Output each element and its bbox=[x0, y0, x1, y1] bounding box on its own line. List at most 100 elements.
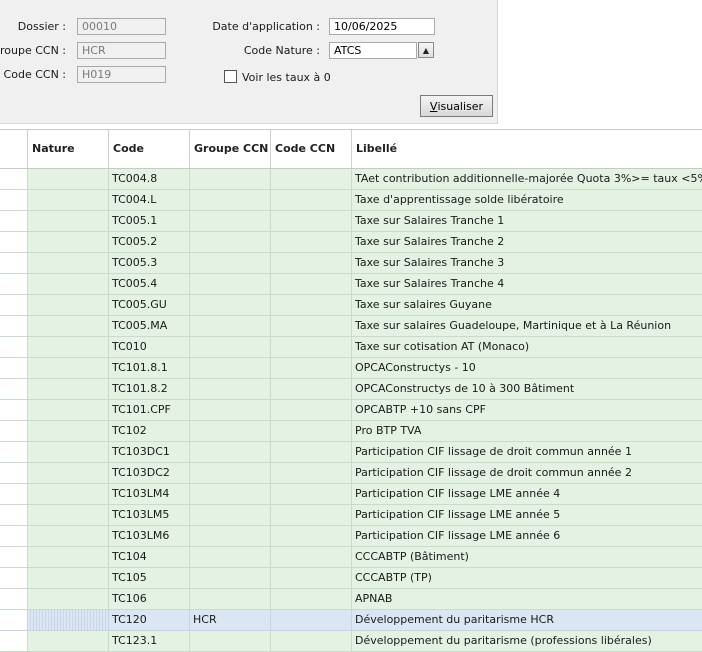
nature-cell[interactable] bbox=[28, 337, 109, 357]
groupe-ccn-field[interactable]: HCR bbox=[77, 42, 166, 59]
groupe-ccn-cell[interactable] bbox=[190, 169, 271, 189]
code-cell[interactable]: TC005.3 bbox=[109, 253, 190, 273]
libelle-cell[interactable]: Taxe sur Salaires Tranche 2 bbox=[352, 232, 702, 252]
row-indicator-cell[interactable] bbox=[0, 463, 28, 483]
code-nature-lookup-button[interactable]: ▲ bbox=[418, 42, 434, 58]
libelle-cell[interactable]: Pro BTP TVA bbox=[352, 421, 702, 441]
libelle-cell[interactable]: Participation CIF lissage LME année 4 bbox=[352, 484, 702, 504]
code-cell[interactable]: TC005.GU bbox=[109, 295, 190, 315]
libelle-cell[interactable]: OPCABTP +10 sans CPF bbox=[352, 400, 702, 420]
libelle-cell[interactable]: OPCAConstructys de 10 à 300 Bâtiment bbox=[352, 379, 702, 399]
code-cell[interactable]: TC102 bbox=[109, 421, 190, 441]
header-groupe-ccn[interactable]: Groupe CCN bbox=[190, 130, 271, 168]
code-ccn-cell[interactable] bbox=[271, 232, 352, 252]
nature-cell[interactable] bbox=[28, 211, 109, 231]
code-ccn-cell[interactable] bbox=[271, 421, 352, 441]
libelle-cell[interactable]: TAet contribution additionnelle-majorée … bbox=[352, 169, 702, 189]
row-indicator-cell[interactable] bbox=[0, 631, 28, 651]
code-cell[interactable]: TC106 bbox=[109, 589, 190, 609]
row-indicator-cell[interactable] bbox=[0, 358, 28, 378]
header-libelle[interactable]: Libellé bbox=[352, 130, 702, 168]
row-indicator-cell[interactable] bbox=[0, 316, 28, 336]
groupe-ccn-cell[interactable] bbox=[190, 463, 271, 483]
row-indicator-cell[interactable] bbox=[0, 169, 28, 189]
voir-taux-checkbox[interactable] bbox=[224, 70, 237, 83]
code-ccn-cell[interactable] bbox=[271, 190, 352, 210]
libelle-cell[interactable]: Taxe sur cotisation AT (Monaco) bbox=[352, 337, 702, 357]
row-indicator-cell[interactable] bbox=[0, 379, 28, 399]
groupe-ccn-cell[interactable] bbox=[190, 589, 271, 609]
code-cell[interactable]: TC123.1 bbox=[109, 631, 190, 651]
libelle-cell[interactable]: Taxe sur Salaires Tranche 4 bbox=[352, 274, 702, 294]
nature-cell[interactable] bbox=[28, 568, 109, 588]
code-ccn-cell[interactable] bbox=[271, 379, 352, 399]
nature-cell[interactable] bbox=[28, 547, 109, 567]
row-indicator-cell[interactable] bbox=[0, 337, 28, 357]
groupe-ccn-cell[interactable] bbox=[190, 337, 271, 357]
nature-cell[interactable] bbox=[28, 379, 109, 399]
groupe-ccn-cell[interactable] bbox=[190, 421, 271, 441]
libelle-cell[interactable]: Participation CIF lissage de droit commu… bbox=[352, 442, 702, 462]
code-ccn-cell[interactable] bbox=[271, 295, 352, 315]
table-row[interactable]: TC102 Pro BTP TVA bbox=[0, 421, 702, 442]
row-indicator-cell[interactable] bbox=[0, 400, 28, 420]
libelle-cell[interactable]: CCCABTP (Bâtiment) bbox=[352, 547, 702, 567]
groupe-ccn-cell[interactable] bbox=[190, 190, 271, 210]
header-code-ccn[interactable]: Code CCN bbox=[271, 130, 352, 168]
row-indicator-cell[interactable] bbox=[0, 211, 28, 231]
table-row[interactable]: TC101.8.2 OPCAConstructys de 10 à 300 Bât… bbox=[0, 379, 702, 400]
groupe-ccn-cell[interactable] bbox=[190, 526, 271, 546]
nature-cell[interactable] bbox=[28, 484, 109, 504]
code-ccn-cell[interactable] bbox=[271, 463, 352, 483]
groupe-ccn-cell[interactable] bbox=[190, 211, 271, 231]
code-ccn-cell[interactable] bbox=[271, 211, 352, 231]
table-row[interactable]: TC101.CPF OPCABTP +10 sans CPF bbox=[0, 400, 702, 421]
groupe-ccn-cell[interactable]: HCR bbox=[190, 610, 271, 630]
table-row[interactable]: TC103LM5 Participation CIF lissage LME an… bbox=[0, 505, 702, 526]
code-ccn-cell[interactable] bbox=[271, 337, 352, 357]
code-ccn-cell[interactable] bbox=[271, 274, 352, 294]
groupe-ccn-cell[interactable] bbox=[190, 484, 271, 504]
nature-cell[interactable] bbox=[28, 421, 109, 441]
code-cell[interactable]: TC103LM4 bbox=[109, 484, 190, 504]
code-cell[interactable]: TC104 bbox=[109, 547, 190, 567]
table-row[interactable]: TC004.L Taxe d'apprentissage solde libéra… bbox=[0, 190, 702, 211]
code-ccn-cell[interactable] bbox=[271, 631, 352, 651]
row-indicator-cell[interactable] bbox=[0, 232, 28, 252]
nature-cell[interactable] bbox=[28, 274, 109, 294]
code-cell[interactable]: TC010 bbox=[109, 337, 190, 357]
nature-cell[interactable] bbox=[28, 589, 109, 609]
groupe-ccn-cell[interactable] bbox=[190, 442, 271, 462]
groupe-ccn-cell[interactable] bbox=[190, 379, 271, 399]
nature-cell[interactable] bbox=[28, 610, 109, 630]
nature-cell[interactable] bbox=[28, 526, 109, 546]
code-ccn-cell[interactable] bbox=[271, 484, 352, 504]
code-ccn-cell[interactable] bbox=[271, 400, 352, 420]
code-cell[interactable]: TC103DC2 bbox=[109, 463, 190, 483]
code-ccn-cell[interactable] bbox=[271, 568, 352, 588]
code-ccn-cell[interactable] bbox=[271, 526, 352, 546]
nature-cell[interactable] bbox=[28, 505, 109, 525]
code-cell[interactable]: TC004.L bbox=[109, 190, 190, 210]
libelle-cell[interactable]: Taxe sur Salaires Tranche 3 bbox=[352, 253, 702, 273]
table-row[interactable]: TC103LM4 Participation CIF lissage LME an… bbox=[0, 484, 702, 505]
libelle-cell[interactable]: Taxe sur salaires Guyane bbox=[352, 295, 702, 315]
code-cell[interactable]: TC101.8.1 bbox=[109, 358, 190, 378]
groupe-ccn-cell[interactable] bbox=[190, 253, 271, 273]
nature-cell[interactable] bbox=[28, 400, 109, 420]
row-indicator-cell[interactable] bbox=[0, 274, 28, 294]
groupe-ccn-cell[interactable] bbox=[190, 295, 271, 315]
code-cell[interactable]: TC103DC1 bbox=[109, 442, 190, 462]
code-cell[interactable]: TC005.1 bbox=[109, 211, 190, 231]
table-row[interactable]: TC004.8 TAet contribution additionnelle-m… bbox=[0, 169, 702, 190]
libelle-cell[interactable]: OPCAConstructys - 10 bbox=[352, 358, 702, 378]
row-indicator-cell[interactable] bbox=[0, 526, 28, 546]
nature-cell[interactable] bbox=[28, 190, 109, 210]
code-ccn-field[interactable]: H019 bbox=[77, 66, 166, 83]
row-indicator-cell[interactable] bbox=[0, 190, 28, 210]
nature-cell[interactable] bbox=[28, 358, 109, 378]
code-ccn-cell[interactable] bbox=[271, 316, 352, 336]
code-ccn-cell[interactable] bbox=[271, 253, 352, 273]
nature-cell[interactable] bbox=[28, 442, 109, 462]
code-cell[interactable]: TC105 bbox=[109, 568, 190, 588]
